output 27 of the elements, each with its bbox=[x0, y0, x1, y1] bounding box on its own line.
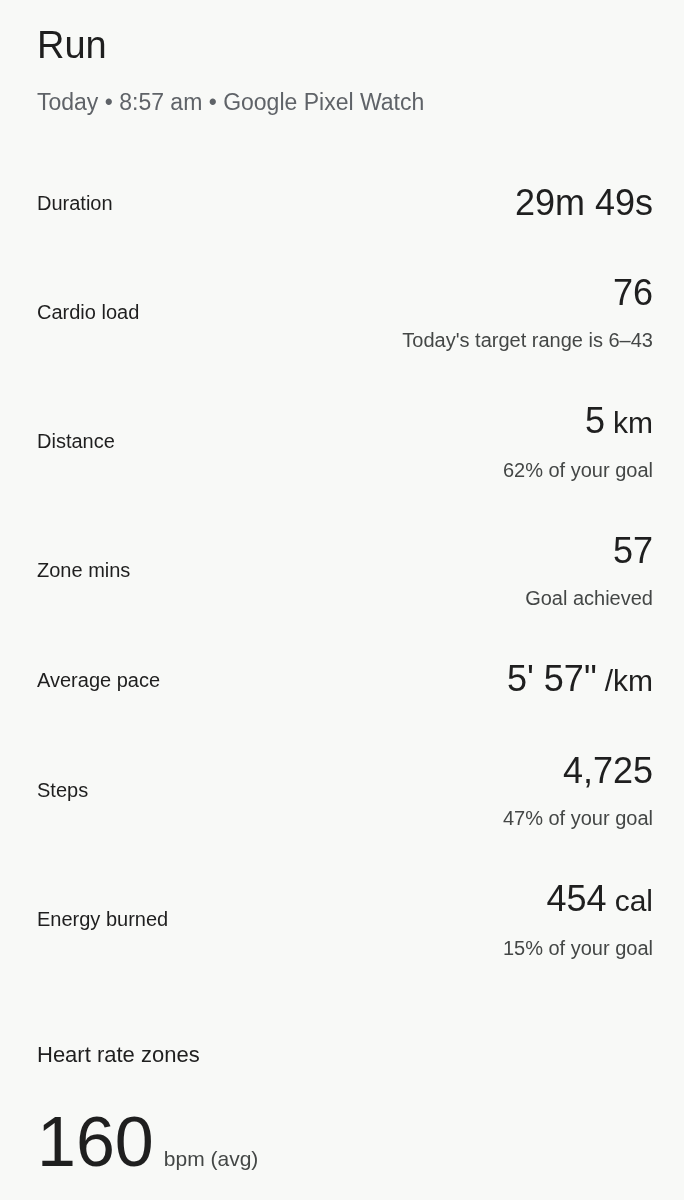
stat-label: Duration bbox=[37, 191, 113, 215]
heart-rate-value: 160 bbox=[37, 1102, 154, 1182]
stat-unit: km bbox=[613, 405, 653, 441]
section-heading: Heart rate zones bbox=[37, 1041, 201, 1069]
stat-unit: /km bbox=[604, 663, 653, 699]
heart-rate-unit: bpm (avg) bbox=[163, 1146, 259, 1172]
stat-note: 15% of your goal bbox=[502, 936, 653, 961]
page-title: Run bbox=[37, 23, 108, 68]
stat-value: 29m 49s bbox=[514, 181, 653, 225]
stat-unit: cal bbox=[614, 883, 653, 919]
stat-value: 5' 57" bbox=[506, 657, 597, 701]
stat-value: 4,725 bbox=[562, 749, 653, 793]
stat-label: Steps bbox=[37, 778, 89, 802]
stat-value: 454 bbox=[546, 877, 607, 921]
stat-note: 47% of your goal bbox=[502, 806, 653, 831]
activity-subtitle: Today • 8:57 am • Google Pixel Watch bbox=[37, 88, 426, 117]
stat-label: Average pace bbox=[37, 668, 161, 692]
stat-note: 62% of your goal bbox=[502, 458, 653, 483]
stat-label: Energy burned bbox=[37, 907, 169, 931]
stat-value: 57 bbox=[612, 529, 653, 573]
stat-label: Cardio load bbox=[37, 300, 140, 324]
stat-note: Goal achieved bbox=[525, 586, 653, 611]
stat-label: Zone mins bbox=[37, 558, 131, 582]
stat-value: 76 bbox=[612, 271, 653, 315]
stat-label: Distance bbox=[37, 429, 115, 453]
stat-value: 5 bbox=[584, 399, 605, 443]
stat-note: Today's target range is 6–43 bbox=[402, 328, 653, 353]
